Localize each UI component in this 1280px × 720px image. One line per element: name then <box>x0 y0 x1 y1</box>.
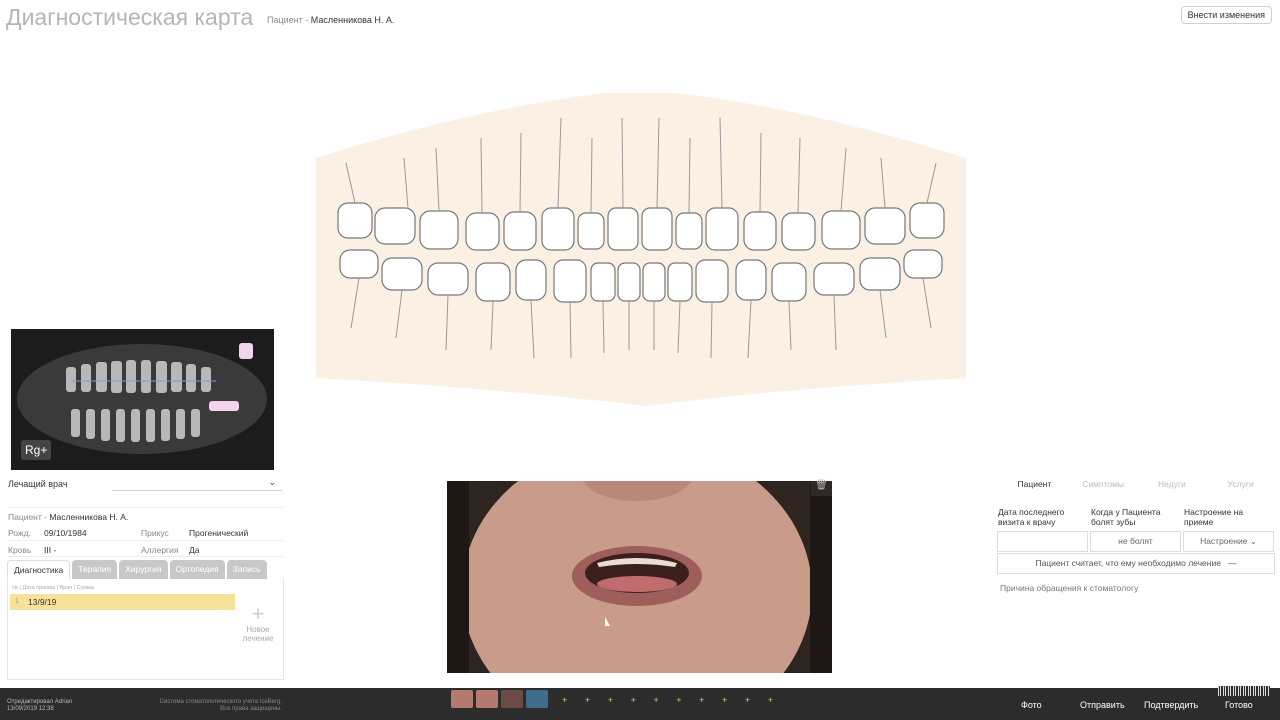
edit-button[interactable]: Внести изменения <box>1180 6 1272 24</box>
tab-ailments[interactable]: Недуги <box>1138 479 1207 489</box>
blood-label: Кровь <box>8 545 32 555</box>
photo-thumbnail[interactable] <box>501 690 523 708</box>
allergy-value: Да <box>189 545 200 555</box>
plus-icon[interactable]: + <box>699 695 704 705</box>
tab-diagnostics[interactable]: Диагностика <box>7 560 71 580</box>
treatment-tabs: Диагностика Терапия Хирургия Ортопедия З… <box>7 560 283 580</box>
doctor-select[interactable]: ⌄ <box>112 477 282 491</box>
last-visit-field[interactable] <box>997 531 1088 552</box>
plus-icon: + <box>251 601 265 626</box>
new-treatment-label: Новое лечение <box>242 625 274 643</box>
when-hurts-field[interactable]: не болят <box>1090 531 1181 552</box>
tab-therapy[interactable]: Терапия <box>72 560 118 579</box>
chevron-down-icon: ⌄ <box>268 477 276 487</box>
plus-icon[interactable]: + <box>608 695 613 705</box>
divider <box>8 507 284 508</box>
question-when-hurts: Когда у Пациента болят зубы <box>1091 507 1161 527</box>
plus-icon[interactable]: + <box>768 695 773 705</box>
mouse-cursor-icon <box>605 617 615 626</box>
header-patient: Пациент - Масленникова Н. А. <box>267 15 394 25</box>
send-button[interactable]: Отправить <box>1080 700 1125 710</box>
xray-label[interactable]: Rg+ <box>21 440 52 460</box>
table-row[interactable]: 1 13/9/19 <box>10 594 235 610</box>
question-mood: Настроение на приеме <box>1184 507 1244 527</box>
plus-icon[interactable]: + <box>653 695 658 705</box>
plus-icon[interactable]: + <box>745 695 750 705</box>
info-patient-name: Масленникова Н. А. <box>49 512 129 522</box>
right-tabs: Пациент Симптомы Недуги Услуги <box>1000 479 1275 489</box>
plus-icon[interactable]: + <box>676 695 681 705</box>
mood-select[interactable]: Настроение ⌄ <box>1183 531 1274 552</box>
treatment-needed-value: — <box>1228 558 1237 568</box>
edited-at: 13/09/2019 12:38 <box>7 706 54 712</box>
divider <box>8 540 284 541</box>
patient-name: Масленникова Н. А. <box>310 15 395 25</box>
confirm-button[interactable]: Подтвердить <box>1144 700 1198 710</box>
treatment-needed-toggle[interactable]: Пациент считает, что ему необходимо лече… <box>997 553 1275 574</box>
tab-panel: № | Дата приема | Врач | Сумма 1 13/9/19… <box>7 579 284 680</box>
footer-edited: Отредактировал Adrian 13/09/2019 12:38 <box>7 699 72 713</box>
row-number: 1 <box>15 598 19 605</box>
plus-icon[interactable]: + <box>562 695 567 705</box>
plus-icon[interactable]: + <box>722 695 727 705</box>
photo-button[interactable]: Фото <box>1021 700 1042 710</box>
tab-orthopedics[interactable]: Ортопедия <box>169 560 225 579</box>
rights: Все права защищены. <box>220 706 282 712</box>
tab-appointment[interactable]: Запись <box>226 560 267 579</box>
edited-by: Отредактировал Adrian <box>7 699 73 705</box>
dental-chart[interactable] <box>316 88 966 408</box>
bite-value: Прогенический <box>189 528 249 538</box>
video-feed[interactable] <box>447 481 832 673</box>
photo-thumbnails <box>451 690 548 708</box>
page-title: Диагностическая карта <box>6 4 254 30</box>
new-treatment-button[interactable]: + Новое лечение <box>236 601 280 644</box>
patient-info-name: Пациент - Масленникова Н. А. <box>8 512 128 522</box>
done-button[interactable]: Готово <box>1225 700 1253 710</box>
blood-value: III - <box>44 545 57 555</box>
birth-label: Рожд. <box>8 528 31 538</box>
photo-thumbnail[interactable] <box>526 690 548 708</box>
chevron-down-icon: ⌄ <box>1249 536 1257 546</box>
footer-copyright: Система стоматологического учета IceBerg… <box>146 699 282 713</box>
tab-surgery[interactable]: Хирургия <box>119 560 168 579</box>
plus-icon[interactable]: + <box>631 695 636 705</box>
tab-services[interactable]: Услуги <box>1206 479 1275 489</box>
table-header: № | Дата приема | Врач | Сумма <box>12 585 94 591</box>
birth-value: 09/10/1984 <box>44 528 87 538</box>
plus-icon[interactable]: + <box>585 695 590 705</box>
tab-symptoms[interactable]: Симптомы <box>1069 479 1138 489</box>
allergy-label: Аллергия <box>141 545 179 555</box>
system-name: Система стоматологического учета IceBerg… <box>159 699 282 705</box>
treatment-needed-label: Пациент считает, что ему необходимо лече… <box>1035 558 1221 568</box>
question-last-visit: Дата последнего визита к врачу <box>998 507 1065 527</box>
patient-prefix: Пациент - <box>267 15 311 25</box>
add-photo-slots: + + + + + + + + + + <box>562 695 773 705</box>
mood-value: Настроение <box>1200 536 1248 546</box>
info-patient-prefix: Пациент - <box>8 512 50 522</box>
photo-thumbnail[interactable] <box>476 690 498 708</box>
xray-image[interactable]: Rg+ <box>11 329 274 470</box>
bite-label: Прикус <box>141 528 169 538</box>
trash-icon[interactable]: 🗑 <box>811 475 832 496</box>
doctor-label: Лечащий врач <box>8 479 68 489</box>
row-date: 13/9/19 <box>28 597 57 607</box>
tab-patient[interactable]: Пациент <box>1000 479 1069 489</box>
divider <box>8 556 284 557</box>
barcode-icon <box>1218 686 1270 696</box>
visit-reason-field[interactable]: Причина обращения к стоматологу <box>1000 583 1138 593</box>
photo-thumbnail[interactable] <box>451 690 473 708</box>
